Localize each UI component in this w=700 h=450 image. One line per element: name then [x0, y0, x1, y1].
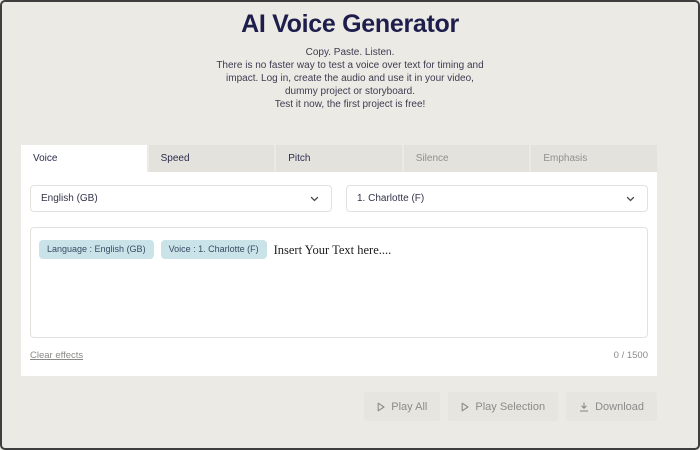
subtitle-line: Copy. Paste. Listen. — [2, 46, 698, 59]
play-icon — [461, 402, 469, 412]
chevron-down-icon — [310, 196, 319, 202]
voice-generator-widget: Voice Speed Pitch Silence Emphasis Engli… — [21, 145, 657, 376]
subtitle-line: dummy project or storyboard. — [2, 85, 698, 98]
tab-emphasis[interactable]: Emphasis — [531, 145, 657, 172]
page-title: AI Voice Generator — [2, 10, 698, 39]
tab-pitch[interactable]: Pitch — [276, 145, 402, 172]
tab-speed[interactable]: Speed — [149, 145, 275, 172]
tab-silence[interactable]: Silence — [404, 145, 530, 172]
action-buttons: Play All Play Selection Download — [364, 392, 657, 421]
text-editor-area[interactable]: Language : English (GB) Voice : 1. Charl… — [30, 227, 648, 338]
tab-bar: Voice Speed Pitch Silence Emphasis — [21, 145, 657, 172]
tab-voice[interactable]: Voice — [21, 145, 147, 172]
voice-tag[interactable]: Voice : 1. Charlotte (F) — [161, 240, 267, 259]
character-counter: 0 / 1500 — [614, 350, 648, 361]
download-label: Download — [595, 401, 644, 413]
chevron-down-icon — [626, 196, 635, 202]
editor-footer: Clear effects 0 / 1500 — [30, 350, 648, 361]
page-subtitle: Copy. Paste. Listen. There is no faster … — [2, 46, 698, 111]
play-icon — [377, 402, 385, 412]
language-tag[interactable]: Language : English (GB) — [39, 240, 154, 259]
voice-select-value: 1. Charlotte (F) — [357, 193, 424, 204]
subtitle-line: Test it now, the first project is free! — [2, 98, 698, 111]
voice-select[interactable]: 1. Charlotte (F) — [346, 185, 648, 212]
subtitle-line: There is no faster way to test a voice o… — [2, 59, 698, 72]
play-all-label: Play All — [391, 401, 427, 413]
selects-row: English (GB) 1. Charlotte (F) — [30, 185, 648, 212]
download-icon — [579, 402, 589, 412]
editor-placeholder: Insert Your Text here.... — [274, 240, 392, 258]
clear-effects-link[interactable]: Clear effects — [30, 350, 83, 361]
subtitle-line: impact. Log in, create the audio and use… — [2, 72, 698, 85]
header: AI Voice Generator Copy. Paste. Listen. … — [2, 2, 698, 111]
play-selection-button[interactable]: Play Selection — [448, 392, 558, 421]
play-all-button[interactable]: Play All — [364, 392, 440, 421]
voice-tab-panel: English (GB) 1. Charlotte (F) Language :… — [21, 172, 657, 376]
play-selection-label: Play Selection — [475, 401, 545, 413]
language-select[interactable]: English (GB) — [30, 185, 332, 212]
language-select-value: English (GB) — [41, 193, 98, 204]
download-button[interactable]: Download — [566, 392, 657, 421]
